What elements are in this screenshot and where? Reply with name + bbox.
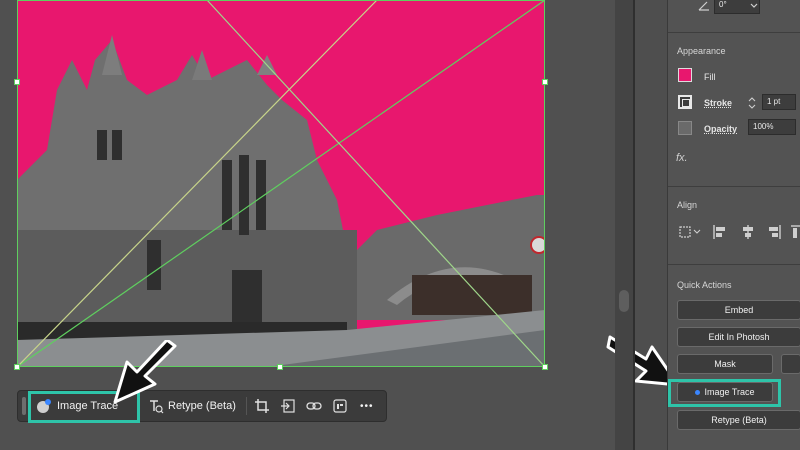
link-icon[interactable]	[306, 398, 322, 414]
retype-panel-button[interactable]: Retype (Beta)	[677, 410, 800, 430]
quick-actions-section-title: Quick Actions	[677, 280, 732, 290]
chevron-down-icon[interactable]	[750, 3, 758, 9]
angle-icon	[698, 1, 709, 11]
align-section-title: Align	[677, 200, 698, 210]
vertical-scroll-track[interactable]	[615, 0, 633, 450]
fill-label: Fill	[704, 72, 716, 82]
drag-handle[interactable]	[22, 397, 26, 415]
toolbar-divider	[246, 397, 247, 415]
selection-handle[interactable]	[542, 364, 548, 370]
panel-divider	[633, 0, 635, 450]
align-center-icon[interactable]	[740, 224, 756, 240]
align-top-icon[interactable]	[790, 224, 800, 240]
selection-handle[interactable]	[14, 364, 20, 370]
stroke-label[interactable]: Stroke	[704, 98, 732, 108]
appearance-section-title: Appearance	[677, 46, 726, 56]
opacity-label[interactable]: Opacity	[704, 124, 737, 134]
opacity-field[interactable]: 100%	[748, 119, 796, 135]
embed-button[interactable]: Embed	[677, 300, 800, 320]
selection-handle[interactable]	[542, 79, 548, 85]
stroke-weight-field[interactable]: 1 pt	[762, 94, 796, 110]
stroke-color-swatch[interactable]	[678, 95, 692, 109]
fill-color-swatch[interactable]	[678, 68, 692, 82]
selected-image[interactable]	[17, 0, 545, 367]
photoshop-icon[interactable]	[332, 398, 348, 414]
selection-handle[interactable]	[14, 79, 20, 85]
more-options-button[interactable]: •••	[360, 391, 374, 421]
crop-icon[interactable]	[254, 398, 270, 414]
mask-button[interactable]: Mask	[677, 354, 773, 374]
selection-handle[interactable]	[277, 364, 283, 370]
align-to-icon[interactable]	[678, 224, 702, 240]
fx-icon[interactable]: fx.	[676, 152, 688, 164]
align-right-icon[interactable]	[766, 224, 782, 240]
place-image-icon[interactable]	[280, 398, 296, 414]
scroll-thumb[interactable]	[619, 290, 629, 312]
align-left-icon[interactable]	[712, 224, 728, 240]
opacity-icon[interactable]	[678, 121, 692, 135]
cathedral-photo	[17, 0, 545, 367]
edit-in-photoshop-button[interactable]: Edit In Photosh	[677, 327, 800, 347]
stepper-icon[interactable]	[748, 97, 756, 109]
annotation-arrow-icon	[113, 340, 177, 404]
crop-image-button[interactable]	[781, 354, 800, 374]
image-trace-panel-highlight	[668, 379, 781, 407]
